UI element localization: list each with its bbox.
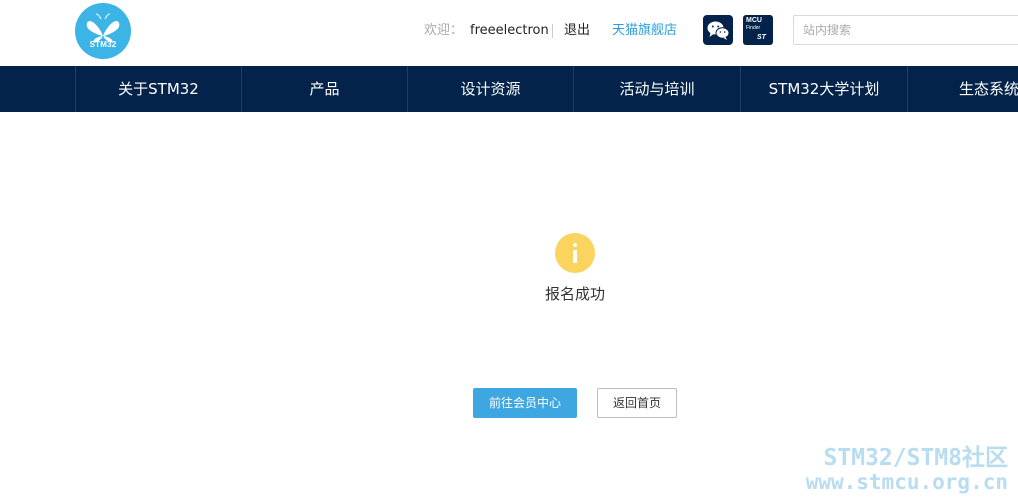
wechat-button[interactable] xyxy=(703,15,733,45)
nav-item-design-resources[interactable]: 设计资源 xyxy=(407,66,573,112)
member-center-button[interactable]: 前往会员中心 xyxy=(473,388,577,418)
success-message: 报名成功 xyxy=(544,285,605,303)
butterfly-icon xyxy=(86,13,120,43)
site-header: STM32 欢迎： freeelectron 退出 天猫旗舰店 MCU Find… xyxy=(0,0,1018,66)
info-icon xyxy=(555,233,595,273)
welcome-label: 欢迎： xyxy=(424,23,464,38)
mcu-finder-label: MCU xyxy=(746,17,762,24)
nav-item-ecosystem[interactable]: 生态系统 xyxy=(907,66,1018,112)
site-search-input[interactable] xyxy=(793,15,1018,45)
st-brand-icon: ST xyxy=(757,34,766,41)
info-icon-dot xyxy=(573,243,577,247)
username[interactable]: freeelectron xyxy=(470,21,549,41)
watermark-url: www.stmcu.org.cn xyxy=(805,470,1008,494)
mcu-finder-button[interactable]: MCU Finder ST xyxy=(743,15,773,45)
nav-item-events-training[interactable]: 活动与培训 xyxy=(573,66,740,112)
nav-item-university-program[interactable]: STM32大学计划 xyxy=(740,66,907,112)
wechat-icon xyxy=(707,21,730,40)
nav-item-products[interactable]: 产品 xyxy=(241,66,407,112)
divider xyxy=(552,24,553,38)
back-home-button[interactable]: 返回首页 xyxy=(597,388,677,418)
nav-item-about[interactable]: 关于STM32 xyxy=(75,66,241,112)
logout-link[interactable]: 退出 xyxy=(564,21,590,41)
main-nav: 关于STM32 产品 设计资源 活动与培训 STM32大学计划 生态系统 xyxy=(0,66,1018,112)
stm32-logo[interactable]: STM32 xyxy=(75,3,131,59)
info-icon-bar xyxy=(573,250,577,263)
tmall-store-link[interactable]: 天猫旗舰店 xyxy=(612,21,677,41)
mcu-finder-sublabel: Finder xyxy=(746,25,761,31)
logo-text: STM32 xyxy=(89,40,117,49)
